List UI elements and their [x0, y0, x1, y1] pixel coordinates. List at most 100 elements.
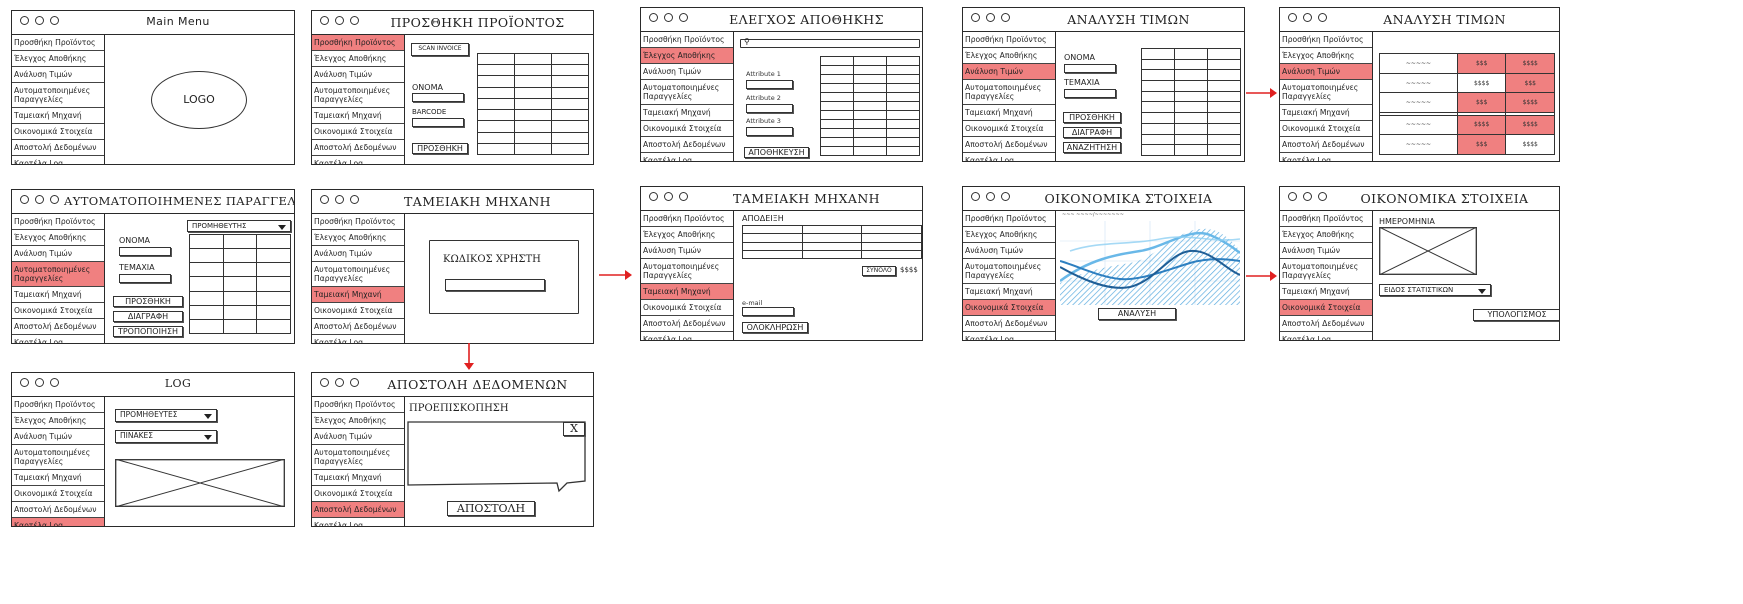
name-input[interactable]: [1064, 64, 1116, 73]
sidebar-item[interactable]: Έλεγχος Αποθήκης: [312, 51, 404, 67]
sidebar-item[interactable]: Αυτοματοποιημένες Παραγγελίες: [1280, 80, 1372, 105]
sidebar-item[interactable]: Αποστολή Δεδομένων: [1280, 137, 1372, 153]
sidebar-item[interactable]: Οικονομικά Στοιχεία: [963, 300, 1055, 316]
edit-button[interactable]: ΤΡΟΠΟΠΟΙΗΣΗ: [113, 326, 183, 337]
window-dots-icon[interactable]: [20, 378, 59, 387]
sidebar-item[interactable]: Ανάλυση Τιμών: [1280, 243, 1372, 259]
sidebar-item[interactable]: Οικονομικά Στοιχεία: [312, 303, 404, 319]
sidebar-item[interactable]: Έλεγχος Αποθήκης: [12, 413, 104, 429]
sidebar-item[interactable]: Προσθήκη Προϊόντος: [312, 214, 404, 230]
sidebar-item[interactable]: Καρτέλα Log: [12, 156, 104, 164]
sidebar-item[interactable]: Ανάλυση Τιμών: [312, 429, 404, 445]
email-input[interactable]: [742, 307, 794, 316]
window-dots-icon[interactable]: [971, 13, 1010, 22]
window-dots-icon[interactable]: [649, 13, 688, 22]
close-preview-button[interactable]: X: [563, 422, 585, 436]
sidebar-item[interactable]: Αυτοματοποιημένες Παραγγελίες: [12, 445, 104, 470]
sidebar-item[interactable]: Προσθήκη Προϊόντος: [12, 214, 104, 230]
sidebar-item[interactable]: Έλεγχος Αποθήκης: [963, 227, 1055, 243]
window-dots-icon[interactable]: [1288, 192, 1327, 201]
sidebar-item[interactable]: Ταμειακή Μηχανή: [312, 287, 404, 303]
sidebar-item[interactable]: Αυτοματοποιημένες Παραγγελίες: [312, 83, 404, 108]
sidebar-item[interactable]: Έλεγχος Αποθήκης: [1280, 227, 1372, 243]
sidebar-item[interactable]: Ταμειακή Μηχανή: [641, 284, 733, 300]
pieces-input[interactable]: [119, 274, 171, 283]
analysis-button[interactable]: ΑΝΑΛΥΣΗ: [1098, 308, 1176, 320]
save-button[interactable]: ΑΠΟΘΗΚΕΥΣΗ: [744, 147, 809, 158]
sidebar-item[interactable]: Αυτοματοποιημένες Παραγγελίες: [1280, 259, 1372, 284]
sidebar-item[interactable]: Ταμειακή Μηχανή: [12, 470, 104, 486]
sidebar-item[interactable]: Προσθήκη Προϊόντος: [963, 32, 1055, 48]
sidebar-item[interactable]: Προσθήκη Προϊόντος: [963, 211, 1055, 227]
sidebar-item[interactable]: Αποστολή Δεδομένων: [12, 319, 104, 335]
sidebar-item[interactable]: Έλεγχος Αποθήκης: [312, 230, 404, 246]
scan-invoice-button[interactable]: SCAN INVOICE: [411, 43, 469, 56]
sidebar-item[interactable]: Αυτοματοποιημένες Παραγγελίες: [641, 80, 733, 105]
sidebar-item[interactable]: Προσθήκη Προϊόντος: [641, 32, 733, 48]
sidebar-item[interactable]: Προσθήκη Προϊόντος: [12, 397, 104, 413]
sidebar-item[interactable]: Ανάλυση Τιμών: [641, 64, 733, 80]
sidebar-item[interactable]: Καρτέλα Log: [312, 518, 404, 526]
sidebar-item[interactable]: Καρτέλα Log: [641, 153, 733, 161]
attribute-1-input[interactable]: [746, 80, 793, 89]
sidebar-item[interactable]: Ταμειακή Μηχανή: [12, 108, 104, 124]
window-dots-icon[interactable]: [1288, 13, 1327, 22]
sidebar-item[interactable]: Προσθήκη Προϊόντος: [12, 35, 104, 51]
sidebar-item[interactable]: Ανάλυση Τιμών: [641, 243, 733, 259]
sidebar-item[interactable]: Καρτέλα Log: [963, 153, 1055, 161]
sidebar-item[interactable]: Αποστολή Δεδομένων: [641, 316, 733, 332]
sidebar-item[interactable]: Ταμειακή Μηχανή: [963, 284, 1055, 300]
tables-dropdown[interactable]: ΠΙΝΑΚΕΣ: [115, 430, 217, 443]
sidebar-item[interactable]: Οικονομικά Στοιχεία: [641, 121, 733, 137]
search-input[interactable]: ⚲: [740, 37, 920, 48]
sidebar-item[interactable]: Αυτοματοποιημένες Παραγγελίες: [12, 262, 104, 287]
sidebar-item[interactable]: Αποστολή Δεδομένων: [312, 319, 404, 335]
pieces-input[interactable]: [1064, 89, 1116, 98]
sidebar-item[interactable]: Οικονομικά Στοιχεία: [1280, 300, 1372, 316]
add-button[interactable]: ΠΡΟΣΘΗΚΗ: [1063, 112, 1121, 123]
window-dots-icon[interactable]: [649, 192, 688, 201]
sidebar-item[interactable]: Καρτέλα Log: [1280, 332, 1372, 340]
sidebar-item[interactable]: Αποστολή Δεδομένων: [12, 502, 104, 518]
sidebar-item[interactable]: Αποστολή Δεδομένων: [963, 137, 1055, 153]
sidebar-item[interactable]: Προσθήκη Προϊόντος: [641, 211, 733, 227]
sidebar-item[interactable]: Αυτοματοποιημένες Παραγγελίες: [312, 262, 404, 287]
sidebar-item[interactable]: Ταμειακή Μηχανή: [641, 105, 733, 121]
sidebar-item[interactable]: Αποστολή Δεδομένων: [312, 140, 404, 156]
supplier-dropdown[interactable]: ΠΡΟΜΗΘΕΥΤΗΣ: [187, 220, 291, 232]
sidebar-item[interactable]: Οικονομικά Στοιχεία: [963, 121, 1055, 137]
delete-button[interactable]: ΔΙΑΓΡΑΦΗ: [1063, 127, 1121, 138]
sidebar-item[interactable]: Οικονομικά Στοιχεία: [641, 300, 733, 316]
sidebar-item[interactable]: Ανάλυση Τιμών: [1280, 64, 1372, 80]
user-code-input[interactable]: [445, 279, 545, 291]
name-input[interactable]: [412, 93, 464, 102]
barcode-input[interactable]: [412, 118, 464, 127]
sidebar-item[interactable]: Καρτέλα Log: [963, 332, 1055, 340]
date-picker-placeholder[interactable]: [1379, 227, 1477, 275]
sidebar-item[interactable]: Ταμειακή Μηχανή: [312, 108, 404, 124]
delete-button[interactable]: ΔΙΑΓΡΑΦΗ: [113, 311, 183, 322]
sidebar-item[interactable]: Καρτέλα Log: [12, 335, 104, 343]
sidebar-item[interactable]: Οικονομικά Στοιχεία: [1280, 121, 1372, 137]
sidebar-item[interactable]: Οικονομικά Στοιχεία: [312, 486, 404, 502]
sidebar-item[interactable]: Αποστολή Δεδομένων: [641, 137, 733, 153]
sidebar-item[interactable]: Ταμειακή Μηχανή: [1280, 105, 1372, 121]
sidebar-item[interactable]: Ταμειακή Μηχανή: [312, 470, 404, 486]
sidebar-item[interactable]: Έλεγχος Αποθήκης: [312, 413, 404, 429]
sidebar-item[interactable]: Προσθήκη Προϊόντος: [312, 35, 404, 51]
sidebar-item[interactable]: Καρτέλα Log: [312, 156, 404, 164]
sidebar-item[interactable]: Ανάλυση Τιμών: [12, 246, 104, 262]
calculate-button[interactable]: ΥΠΟΛΟΓΙΣΜΟΣ: [1473, 309, 1559, 321]
send-button[interactable]: ΑΠΟΣΤΟΛΗ: [447, 501, 535, 516]
sidebar-item[interactable]: Προσθήκη Προϊόντος: [1280, 211, 1372, 227]
sidebar-item[interactable]: Οικονομικά Στοιχεία: [312, 124, 404, 140]
sidebar-item[interactable]: Αποστολή Δεδομένων: [12, 140, 104, 156]
sidebar-item[interactable]: Προσθήκη Προϊόντος: [1280, 32, 1372, 48]
sidebar-item[interactable]: Καρτέλα Log: [1280, 153, 1372, 161]
sidebar-item[interactable]: Ανάλυση Τιμών: [12, 429, 104, 445]
stats-type-dropdown[interactable]: ΕΙΔΟΣ ΣΤΑΤΙΣΤΙΚΩΝ: [1379, 284, 1491, 296]
attribute-3-input[interactable]: [746, 127, 793, 136]
sidebar-item[interactable]: Αποστολή Δεδομένων: [963, 316, 1055, 332]
name-input[interactable]: [119, 247, 171, 256]
sidebar-item[interactable]: Αυτοματοποιημένες Παραγγελίες: [641, 259, 733, 284]
